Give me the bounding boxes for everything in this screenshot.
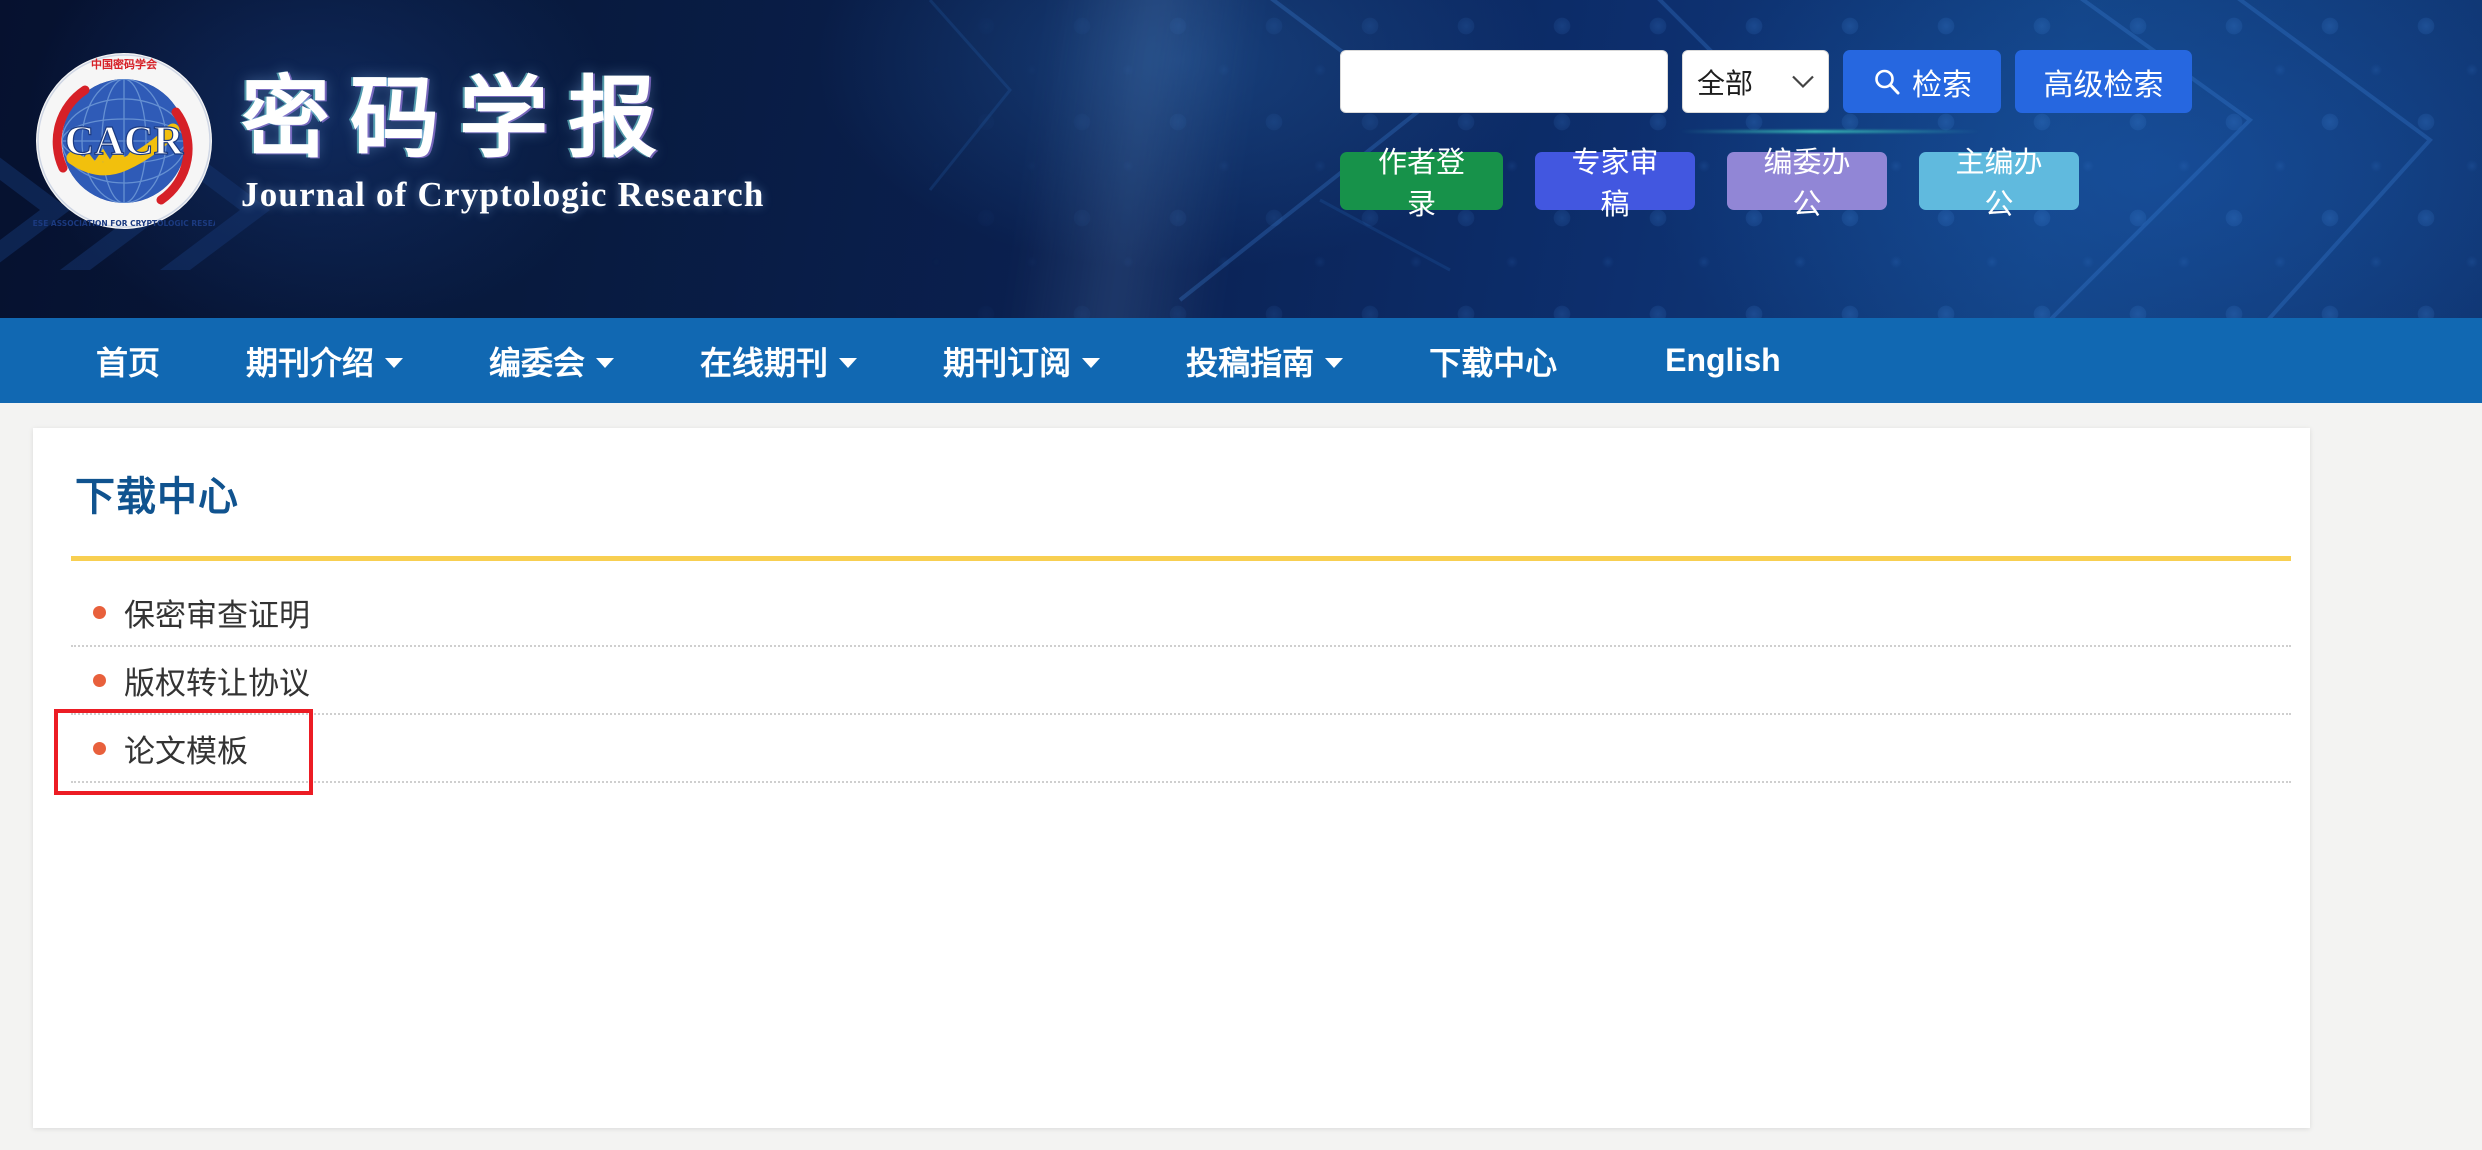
page-body: 下载中心 保密审查证明 版权转让协议 论文模板: [0, 403, 2482, 1150]
chief-editor-office-label: 主编办公: [1955, 145, 2043, 221]
author-login-label: 作者登录: [1377, 145, 1465, 221]
chevron-down-icon: [385, 358, 404, 368]
advanced-search-button[interactable]: 高级检索: [2015, 50, 2192, 113]
list-item[interactable]: 保密审查证明: [71, 579, 2291, 647]
nav-item-journal-intro[interactable]: 期刊介绍: [246, 338, 404, 384]
nav-item-label: English: [1665, 342, 1781, 378]
svg-text:CHINESE ASSOCIATION FOR CRYPTO: CHINESE ASSOCIATION FOR CRYPTOLOGIC RESE…: [33, 219, 215, 228]
list-item[interactable]: 版权转让协议: [71, 647, 2291, 715]
nav-item-label: 下载中心: [1429, 343, 1558, 382]
chevron-down-icon: [596, 358, 615, 368]
nav-item-label: 在线期刊: [700, 343, 829, 382]
nav-item-download-center[interactable]: 下载中心: [1429, 338, 1557, 384]
chief-editor-office-button[interactable]: 主编办公: [1919, 145, 2079, 221]
svg-text:中国密码学会: 中国密码学会: [91, 57, 158, 71]
chevron-down-icon: [839, 358, 858, 368]
nav-item-label: 投稿指南: [1186, 343, 1315, 382]
nav-item-label: 编委会: [489, 343, 586, 382]
chevron-down-icon: [1792, 75, 1814, 88]
nav-item-editorial-board[interactable]: 编委会: [489, 338, 615, 384]
nav-item-label: 首页: [96, 343, 161, 382]
cacr-emblem-icon: CACR 中国密码学会 CHINESE ASSOCIATION FOR CRYP…: [33, 53, 215, 229]
search-scope-value: 全部: [1697, 66, 1754, 100]
search-button-label: 检索: [1912, 67, 1972, 103]
main-navigation: 首页 期刊介绍 编委会 在线期刊 期刊订阅 投稿指南 下载中心 English: [0, 318, 2482, 403]
site-banner: CACR 中国密码学会 CHINESE ASSOCIATION FOR CRYP…: [0, 0, 2482, 318]
search-button[interactable]: 检索: [1843, 50, 2001, 113]
search-icon: [1875, 69, 1900, 94]
list-item-label: 保密审查证明: [124, 597, 310, 634]
advanced-search-label: 高级检索: [2043, 67, 2164, 103]
search-input[interactable]: [1340, 50, 1668, 113]
nav-item-label: 期刊介绍: [246, 343, 375, 382]
page-title: 下载中心: [75, 474, 239, 520]
svg-text:CACR: CACR: [65, 117, 184, 163]
chevron-down-icon: [1325, 358, 1344, 368]
nav-item-english[interactable]: English: [1665, 342, 1781, 379]
account-button-group: 作者登录 专家审稿 编委办公 主编办公: [1340, 145, 2079, 221]
list-item[interactable]: 论文模板: [54, 709, 2291, 795]
site-title-cn: 密码学报: [241, 65, 677, 170]
editorial-office-label: 编委办公: [1763, 145, 1851, 221]
nav-item-home[interactable]: 首页: [96, 338, 160, 384]
nav-item-submission-guide[interactable]: 投稿指南: [1186, 338, 1344, 384]
list-item-label: 版权转让协议: [124, 665, 310, 702]
bullet-icon: [93, 741, 106, 755]
download-center-card: 下载中心 保密审查证明 版权转让协议 论文模板: [33, 428, 2310, 1128]
chevron-down-icon: [1082, 358, 1101, 368]
download-list: 保密审查证明 版权转让协议 论文模板: [54, 579, 2291, 795]
bullet-icon: [93, 605, 106, 619]
nav-item-subscription[interactable]: 期刊订阅: [943, 338, 1101, 384]
search-scope-select[interactable]: 全部: [1682, 50, 1829, 113]
bullet-icon: [93, 673, 106, 687]
site-brand[interactable]: CACR 中国密码学会 CHINESE ASSOCIATION FOR CRYP…: [33, 50, 765, 232]
title-divider: [71, 556, 2291, 561]
site-title-en: Journal of Cryptologic Research: [241, 175, 765, 215]
nav-item-online-issues[interactable]: 在线期刊: [700, 338, 858, 384]
expert-review-button[interactable]: 专家审稿: [1535, 145, 1695, 221]
editorial-office-button[interactable]: 编委办公: [1727, 145, 1887, 221]
expert-review-label: 专家审稿: [1571, 145, 1659, 221]
nav-item-label: 期刊订阅: [943, 343, 1072, 382]
author-login-button[interactable]: 作者登录: [1340, 145, 1503, 221]
list-item-label: 论文模板: [124, 733, 248, 770]
search-bar: 全部 检索 高级检索: [1340, 50, 2192, 113]
banner-glow-line: [1680, 130, 1980, 133]
